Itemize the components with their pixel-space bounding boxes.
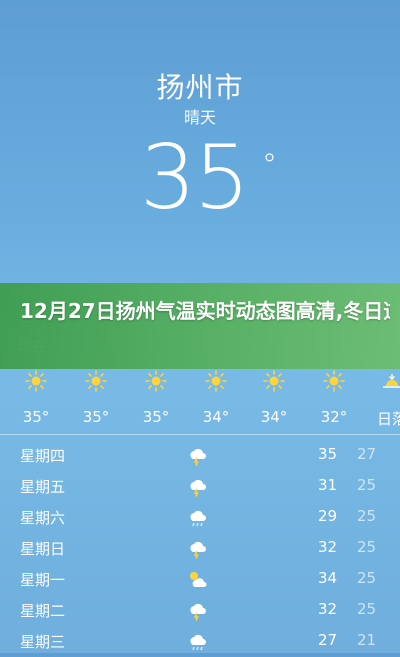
hourly-temp: 32°	[320, 408, 348, 426]
sun-icon	[196, 370, 236, 396]
low-temp: 25	[357, 476, 377, 494]
hourly-temp: 日落	[376, 410, 400, 428]
high-temp: 32	[318, 538, 338, 556]
hourly-temp: 34°	[202, 408, 230, 426]
day-name: 星期一	[20, 571, 66, 589]
daily-row: 星期四 35 27	[0, 440, 400, 471]
current-temperature: 35	[140, 126, 250, 229]
sun-icon	[16, 370, 56, 396]
low-temp: 25	[357, 507, 377, 525]
hourly-temp: 35°	[82, 408, 110, 426]
hourly-item: 35°	[136, 368, 176, 426]
day-name: 星期三	[20, 633, 66, 651]
hourly-item: 35°	[76, 368, 116, 426]
hourly-temp: 34°	[260, 408, 288, 426]
sun-icon	[314, 370, 354, 396]
sunset-icon	[372, 370, 400, 396]
city-name: 扬州市	[156, 71, 244, 104]
daily-row: 星期二 32 25	[0, 595, 400, 626]
current-weather-panel: 扬州市 晴天 35 °	[0, 0, 400, 290]
day-name: 星期六	[20, 509, 66, 527]
hourly-item: 34°	[254, 368, 294, 426]
thunderstorm-icon	[186, 537, 208, 559]
hourly-item: 35°	[16, 368, 56, 426]
degree-symbol: °	[262, 148, 277, 183]
banner-headline[interactable]: 12月27日扬州气温实时动态图高清,冬日逆袭，扬州气温	[20, 296, 390, 326]
high-temp: 34	[318, 569, 338, 587]
daily-forecast: 星期四 35 27 星期五 31 25 星期六 29 25 星期日 32 25 星期一 34 25 星期二 32…	[0, 440, 400, 657]
high-temp: 32	[318, 600, 338, 618]
hourly-item: 日落	[372, 368, 400, 429]
rain-icon	[186, 630, 208, 652]
low-temp: 25	[357, 569, 377, 587]
weather-condition: 晴天	[183, 108, 216, 127]
high-temp: 29	[318, 507, 338, 525]
hourly-item: 32°	[314, 368, 354, 426]
hourly-temp: 35°	[142, 408, 170, 426]
low-temp: 27	[357, 445, 377, 463]
daily-row: 星期日 32 25	[0, 533, 400, 564]
day-name: 星期二	[20, 602, 66, 620]
day-name: 星期五	[20, 478, 66, 496]
low-temp: 25	[357, 538, 377, 556]
low-temp: 25	[357, 600, 377, 618]
low-temp: 21	[357, 631, 377, 649]
daily-row: 星期一 34 25	[0, 564, 400, 595]
day-name: 星期日	[20, 540, 66, 558]
daily-row: 星期五 31 25	[0, 471, 400, 502]
partly-cloudy-icon	[186, 568, 208, 590]
sun-icon	[76, 370, 116, 396]
day-name: 星期四	[20, 447, 66, 465]
high-temp: 27	[318, 631, 338, 649]
high-temp: 31	[318, 476, 338, 494]
thunderstorm-icon	[186, 475, 208, 497]
rain-icon	[186, 506, 208, 528]
daily-row: 星期六 29 25	[0, 502, 400, 533]
sun-icon	[254, 370, 294, 396]
sun-icon	[136, 370, 176, 396]
thunderstorm-icon	[186, 444, 208, 466]
hourly-item: 34°	[196, 368, 236, 426]
thunderstorm-icon	[186, 599, 208, 621]
high-temp: 35	[318, 445, 338, 463]
hourly-forecast: 35° 35° 35° 34° 34° 32° 日落	[0, 368, 400, 436]
divider	[0, 434, 400, 435]
daily-row: 星期三 27 21	[0, 626, 400, 657]
hourly-temp: 35°	[22, 408, 50, 426]
